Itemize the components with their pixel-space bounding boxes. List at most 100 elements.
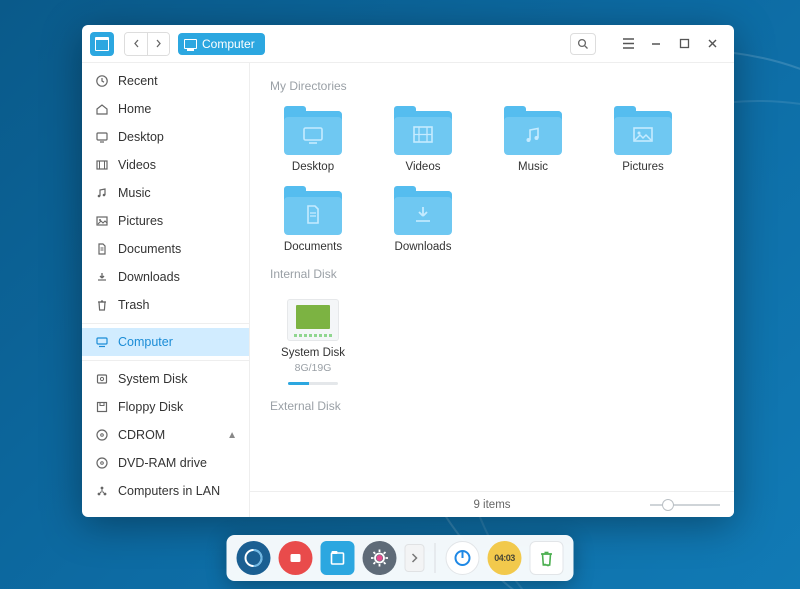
- cd-icon: [94, 428, 109, 443]
- folder-music[interactable]: Music: [490, 107, 576, 177]
- gear-icon: [368, 546, 392, 570]
- disk-usage-bar: [288, 382, 338, 385]
- desktop-icon: [94, 130, 109, 145]
- hamburger-icon: [622, 38, 635, 49]
- app-icon: [90, 32, 114, 56]
- sidebar-item-videos[interactable]: Videos: [82, 151, 249, 179]
- sidebar-item-desktop[interactable]: Desktop: [82, 123, 249, 151]
- close-icon: [707, 38, 718, 49]
- folder-videos[interactable]: Videos: [380, 107, 466, 177]
- item-label: Documents: [284, 241, 342, 253]
- disk-icon: [287, 299, 339, 341]
- power-icon: [451, 546, 475, 570]
- sidebar-item-music[interactable]: Music: [82, 179, 249, 207]
- floppy-icon: [94, 400, 109, 415]
- titlebar: Computer: [82, 25, 734, 63]
- item-label: Downloads: [395, 241, 452, 253]
- search-button[interactable]: [570, 33, 596, 55]
- sidebar-item-label: Downloads: [118, 270, 180, 284]
- folder-icon: [614, 111, 672, 155]
- minimize-button[interactable]: [642, 30, 670, 58]
- folder-desktop[interactable]: Desktop: [270, 107, 356, 177]
- trash-icon: [94, 298, 109, 313]
- disk-icon: [94, 372, 109, 387]
- sidebar-item-dvd-ram-drive[interactable]: DVD-RAM drive: [82, 449, 249, 477]
- dock-trash[interactable]: [530, 541, 564, 575]
- dock-recorder[interactable]: [279, 541, 313, 575]
- computer-icon: [184, 39, 197, 49]
- sidebar-item-label: Desktop: [118, 130, 164, 144]
- search-icon: [577, 38, 589, 50]
- dock: 04:03: [227, 535, 574, 581]
- folder-icon: [284, 111, 342, 155]
- disk-system-disk[interactable]: System Disk 8G/19G: [270, 295, 356, 389]
- sidebar-item-label: Recent: [118, 74, 158, 88]
- sidebar-item-computer[interactable]: Computer: [82, 328, 249, 356]
- section-header: External Disk: [270, 399, 714, 413]
- sidebar-item-cdrom[interactable]: CDROM▲: [82, 421, 249, 449]
- sidebar-item-label: Computers in LAN: [118, 484, 220, 498]
- music-icon: [94, 186, 109, 201]
- picture-icon: [94, 214, 109, 229]
- sidebar-item-label: System Disk: [118, 372, 187, 386]
- dock-clock[interactable]: 04:03: [488, 541, 522, 575]
- eject-icon[interactable]: ▲: [227, 430, 237, 441]
- location-chip[interactable]: Computer: [178, 33, 265, 55]
- sidebar-item-downloads[interactable]: Downloads: [82, 263, 249, 291]
- folder-icon: [504, 111, 562, 155]
- location-label: Computer: [202, 37, 255, 51]
- sidebar-item-label: DVD-RAM drive: [118, 456, 207, 470]
- folder-pictures[interactable]: Pictures: [600, 107, 686, 177]
- sidebar: Recent Home Desktop Videos Music PicturesDocu…: [82, 63, 250, 517]
- sidebar-item-computers-in-lan[interactable]: Computers in LAN: [82, 477, 249, 505]
- folder-documents[interactable]: Documents: [270, 187, 356, 257]
- dock-separator: [435, 543, 436, 573]
- sidebar-item-floppy-disk[interactable]: Floppy Disk: [82, 393, 249, 421]
- dock-launcher[interactable]: [237, 541, 271, 575]
- chevron-left-icon: [133, 39, 140, 48]
- disk-usage-label: 8G/19G: [295, 362, 332, 374]
- item-label: Music: [518, 161, 548, 173]
- back-button[interactable]: [125, 33, 147, 55]
- video-icon: [94, 158, 109, 173]
- files-icon: [326, 546, 350, 570]
- folder-icon: [394, 191, 452, 235]
- minimize-icon: [650, 38, 662, 50]
- zoom-slider[interactable]: [650, 504, 720, 506]
- zoom-track: [650, 504, 720, 506]
- dock-settings[interactable]: [363, 541, 397, 575]
- statusbar: 9 items: [250, 491, 734, 517]
- sidebar-separator: [82, 360, 249, 361]
- maximize-button[interactable]: [670, 30, 698, 58]
- sidebar-item-label: Music: [118, 186, 151, 200]
- download-icon: [94, 270, 109, 285]
- trashcan-icon: [535, 546, 559, 570]
- sidebar-item-system-disk[interactable]: System Disk: [82, 365, 249, 393]
- zoom-thumb[interactable]: [662, 499, 674, 511]
- sidebar-item-pictures[interactable]: Pictures: [82, 207, 249, 235]
- sidebar-separator: [82, 323, 249, 324]
- document-icon: [94, 242, 109, 257]
- file-manager-window: Computer Recent Home Desktop Videos Music Pic…: [82, 25, 734, 517]
- sidebar-item-label: Floppy Disk: [118, 400, 183, 414]
- grid: System Disk 8G/19G: [270, 295, 714, 389]
- close-button[interactable]: [698, 30, 726, 58]
- chevron-right-icon: [411, 553, 419, 563]
- sidebar-item-documents[interactable]: Documents: [82, 235, 249, 263]
- maximize-icon: [679, 38, 690, 49]
- dock-expand-button[interactable]: [405, 544, 425, 572]
- forward-button[interactable]: [147, 33, 169, 55]
- folder-downloads[interactable]: Downloads: [380, 187, 466, 257]
- swirl-icon: [242, 546, 266, 570]
- grid: Desktop Videos Music Pictures Documents Downl…: [270, 107, 714, 257]
- sidebar-item-recent[interactable]: Recent: [82, 67, 249, 95]
- sidebar-item-label: Computer: [118, 335, 173, 349]
- sidebar-item-trash[interactable]: Trash: [82, 291, 249, 319]
- chevron-right-icon: [155, 39, 162, 48]
- rec-icon: [284, 546, 308, 570]
- sidebar-item-home[interactable]: Home: [82, 95, 249, 123]
- item-label: System Disk: [281, 347, 345, 359]
- dock-filemanager[interactable]: [321, 541, 355, 575]
- dock-power[interactable]: [446, 541, 480, 575]
- menu-button[interactable]: [614, 30, 642, 58]
